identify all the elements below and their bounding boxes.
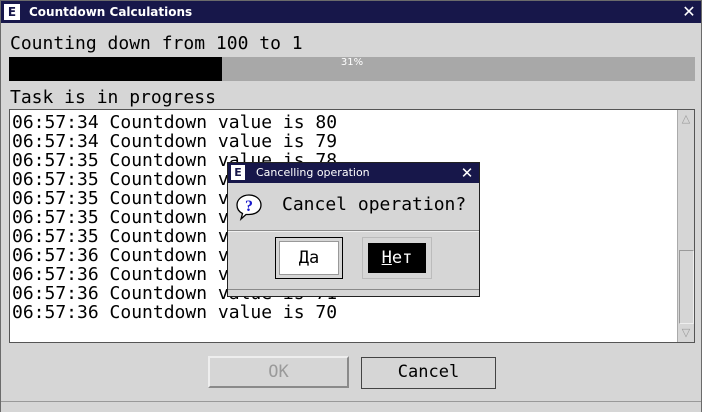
dialog-bottom-separator: [228, 289, 479, 290]
no-label-rest: ет: [391, 248, 413, 268]
bottom-edge: [1, 401, 701, 412]
status-text: Task is in progress: [10, 87, 216, 108]
no-access-key: Н: [381, 248, 392, 268]
app-icon[interactable]: E: [4, 4, 20, 20]
close-icon[interactable]: ✕: [681, 4, 697, 20]
yes-access-key: Д: [298, 248, 309, 268]
no-button-face[interactable]: Нет: [368, 243, 426, 273]
progress-bar: 31%: [9, 57, 695, 81]
yes-label-rest: а: [309, 248, 320, 268]
countdown-heading: Counting down from 100 to 1: [10, 33, 303, 54]
dialog-title-bar[interactable]: E Cancelling operation ✕: [228, 163, 479, 183]
question-icon: ?: [236, 194, 262, 221]
countdown-window: E Countdown Calculations ✕ Counting down…: [0, 0, 702, 412]
log-line: 06:57:36 Countdown value is 70: [12, 302, 338, 323]
log-line: 06:57:34 Countdown value is 80: [12, 112, 338, 133]
scroll-thumb[interactable]: [679, 250, 694, 324]
ok-button[interactable]: OK: [208, 356, 349, 388]
dialog-message: Cancel operation?: [282, 194, 467, 215]
log-line: 06:57:34 Countdown value is 79: [12, 131, 338, 152]
dialog-app-icon[interactable]: E: [231, 165, 245, 180]
yes-button[interactable]: Да: [275, 237, 343, 279]
title-bar[interactable]: E Countdown Calculations ✕: [1, 1, 701, 23]
window-title: Countdown Calculations: [29, 5, 193, 19]
dialog-separator: [228, 230, 479, 232]
cancel-dialog: E Cancelling operation ✕ ? Cancel operat…: [227, 162, 480, 297]
no-button[interactable]: Нет: [362, 237, 432, 279]
dialog-close-icon[interactable]: ✕: [459, 164, 475, 182]
scroll-down-icon[interactable]: ▽: [679, 325, 693, 341]
progress-label: 31%: [340, 57, 364, 68]
yes-button-face[interactable]: Да: [279, 241, 339, 275]
cancel-button[interactable]: Cancel: [361, 357, 496, 389]
scroll-up-icon[interactable]: △: [679, 111, 693, 127]
dialog-title: Cancelling operation: [256, 166, 370, 179]
log-scrollbar[interactable]: △ ▽: [677, 110, 694, 342]
svg-text:?: ?: [245, 198, 253, 215]
